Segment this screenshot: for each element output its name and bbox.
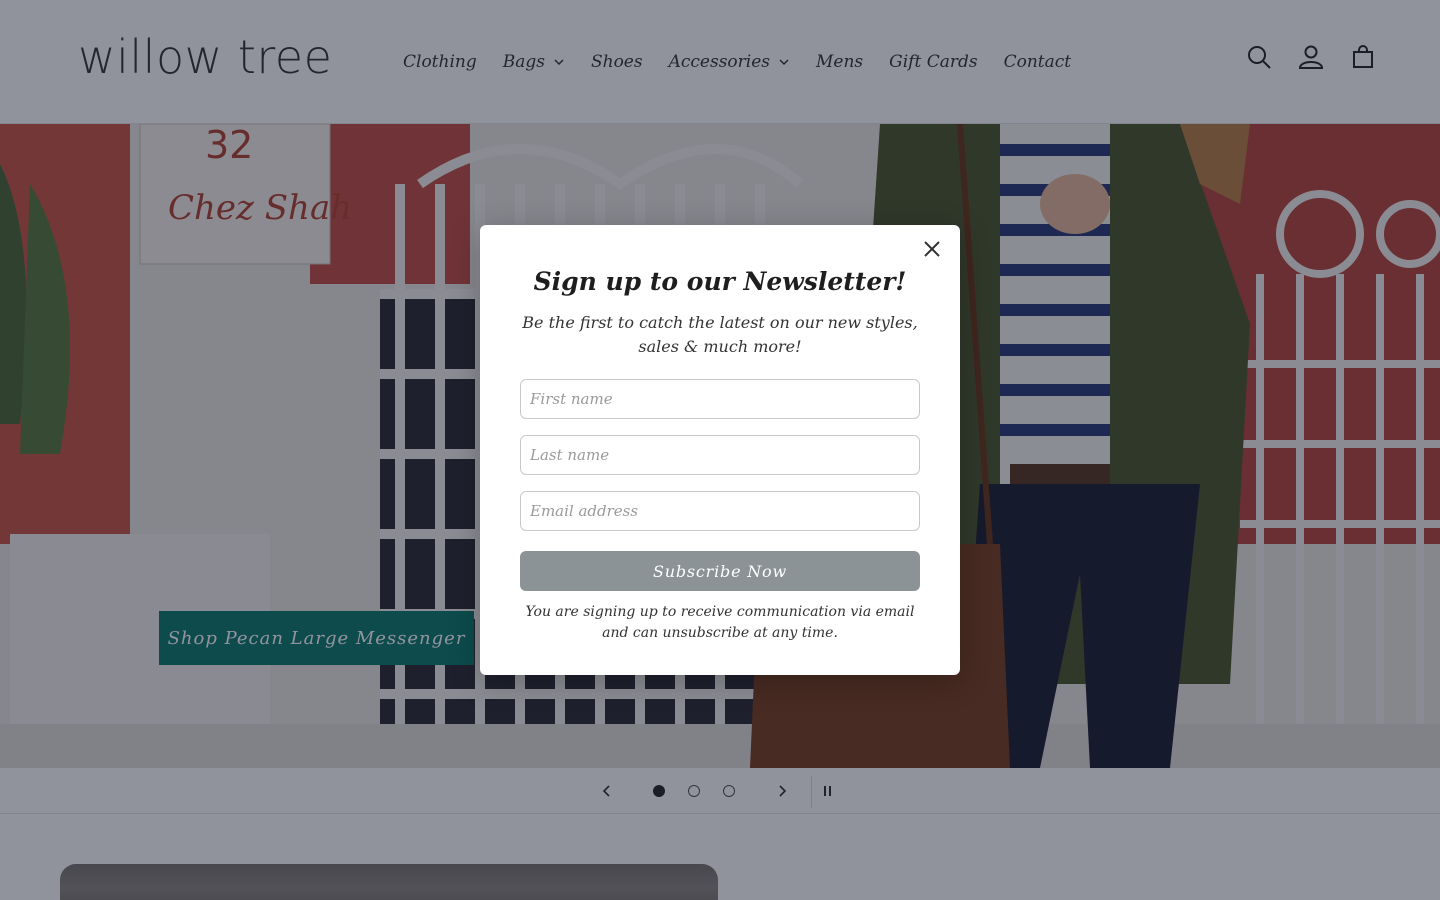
modal-disclaimer: You are signing up to receive communicat… bbox=[525, 604, 915, 641]
first-name-field[interactable] bbox=[520, 379, 920, 419]
close-icon[interactable] bbox=[922, 239, 942, 259]
subscribe-button[interactable]: Subscribe Now bbox=[520, 551, 920, 591]
last-name-field[interactable] bbox=[520, 435, 920, 475]
modal-title: Sign up to our Newsletter! bbox=[533, 267, 907, 296]
email-field[interactable] bbox=[520, 491, 920, 531]
modal-subtitle: Be the first to catch the latest on our … bbox=[522, 313, 918, 356]
newsletter-modal: Sign up to our Newsletter! Be the first … bbox=[480, 225, 960, 675]
